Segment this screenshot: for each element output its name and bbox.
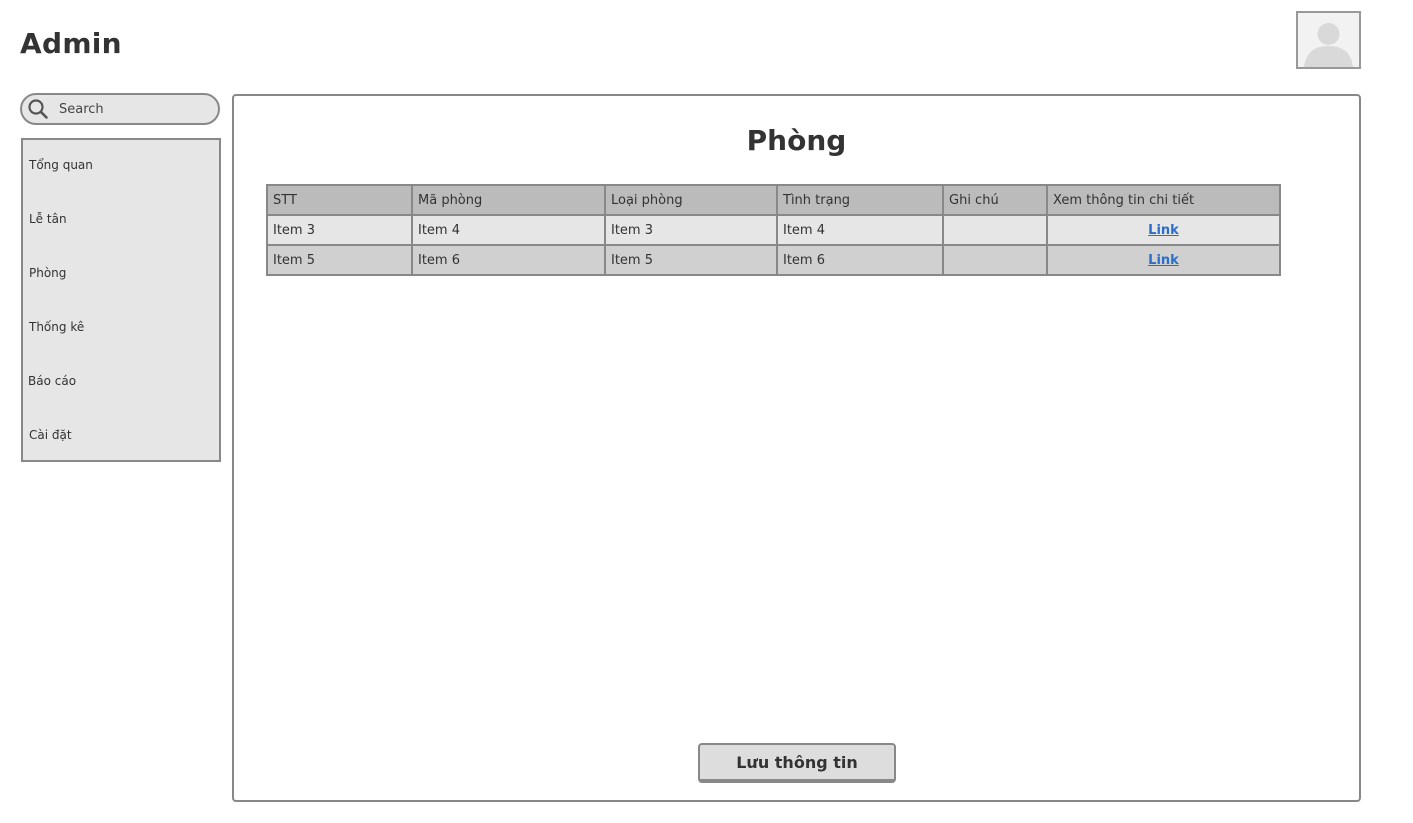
- column-header-ghi-chu: Ghi chú: [942, 184, 1048, 216]
- sidebar: Tổng quan Lễ tân Phòng Thống kê Báo cáo …: [21, 138, 221, 462]
- table-cell: Item 3: [266, 214, 413, 246]
- table-header-row: STT Mã phòng Loại phòng Tình trạng Ghi c…: [266, 184, 1281, 216]
- column-header-loai-phong: Loại phòng: [604, 184, 778, 216]
- search-box[interactable]: Search: [20, 93, 220, 125]
- save-button[interactable]: Lưu thông tin: [698, 743, 896, 783]
- table-cell: [942, 244, 1048, 276]
- table-cell: Item 4: [411, 214, 606, 246]
- table-cell: Item 6: [776, 244, 944, 276]
- sidebar-item-bao-cao[interactable]: Báo cáo: [28, 374, 76, 388]
- table-cell-link: Link: [1046, 244, 1281, 276]
- sidebar-item-phong[interactable]: Phòng: [29, 266, 66, 280]
- user-avatar-icon[interactable]: [1296, 11, 1361, 69]
- column-header-ma-phong: Mã phòng: [411, 184, 606, 216]
- table-cell-link: Link: [1046, 214, 1281, 246]
- table-row: Item 3 Item 4 Item 3 Item 4 Link: [266, 214, 1281, 246]
- detail-link[interactable]: Link: [1148, 223, 1179, 238]
- sidebar-item-thong-ke[interactable]: Thống kê: [29, 320, 84, 334]
- search-input[interactable]: Search: [59, 102, 104, 117]
- table-cell: Item 5: [266, 244, 413, 276]
- room-table: STT Mã phòng Loại phòng Tình trạng Ghi c…: [266, 184, 1281, 276]
- column-header-xem-chi-tiet: Xem thông tin chi tiết: [1046, 184, 1281, 216]
- page: Admin Search Tổng quan Lễ tân Phòng Thốn…: [0, 0, 1413, 823]
- table-cell: Item 3: [604, 214, 778, 246]
- page-title: Phòng: [746, 124, 847, 157]
- table-cell: [942, 214, 1048, 246]
- sidebar-item-cai-dat[interactable]: Cài đặt: [29, 428, 72, 442]
- table-row: Item 5 Item 6 Item 5 Item 6 Link: [266, 244, 1281, 276]
- table-cell: Item 5: [604, 244, 778, 276]
- main-panel: Phòng STT Mã phòng Loại phòng Tình trạng…: [232, 94, 1361, 802]
- column-header-stt: STT: [266, 184, 413, 216]
- column-header-tinh-trang: Tình trạng: [776, 184, 944, 216]
- app-title: Admin: [20, 27, 122, 60]
- sidebar-item-le-tan[interactable]: Lễ tân: [29, 212, 67, 226]
- detail-link[interactable]: Link: [1148, 253, 1179, 268]
- table-cell: Item 4: [776, 214, 944, 246]
- search-icon: [27, 98, 49, 120]
- sidebar-item-tong-quan[interactable]: Tổng quan: [29, 158, 93, 172]
- table-cell: Item 6: [411, 244, 606, 276]
